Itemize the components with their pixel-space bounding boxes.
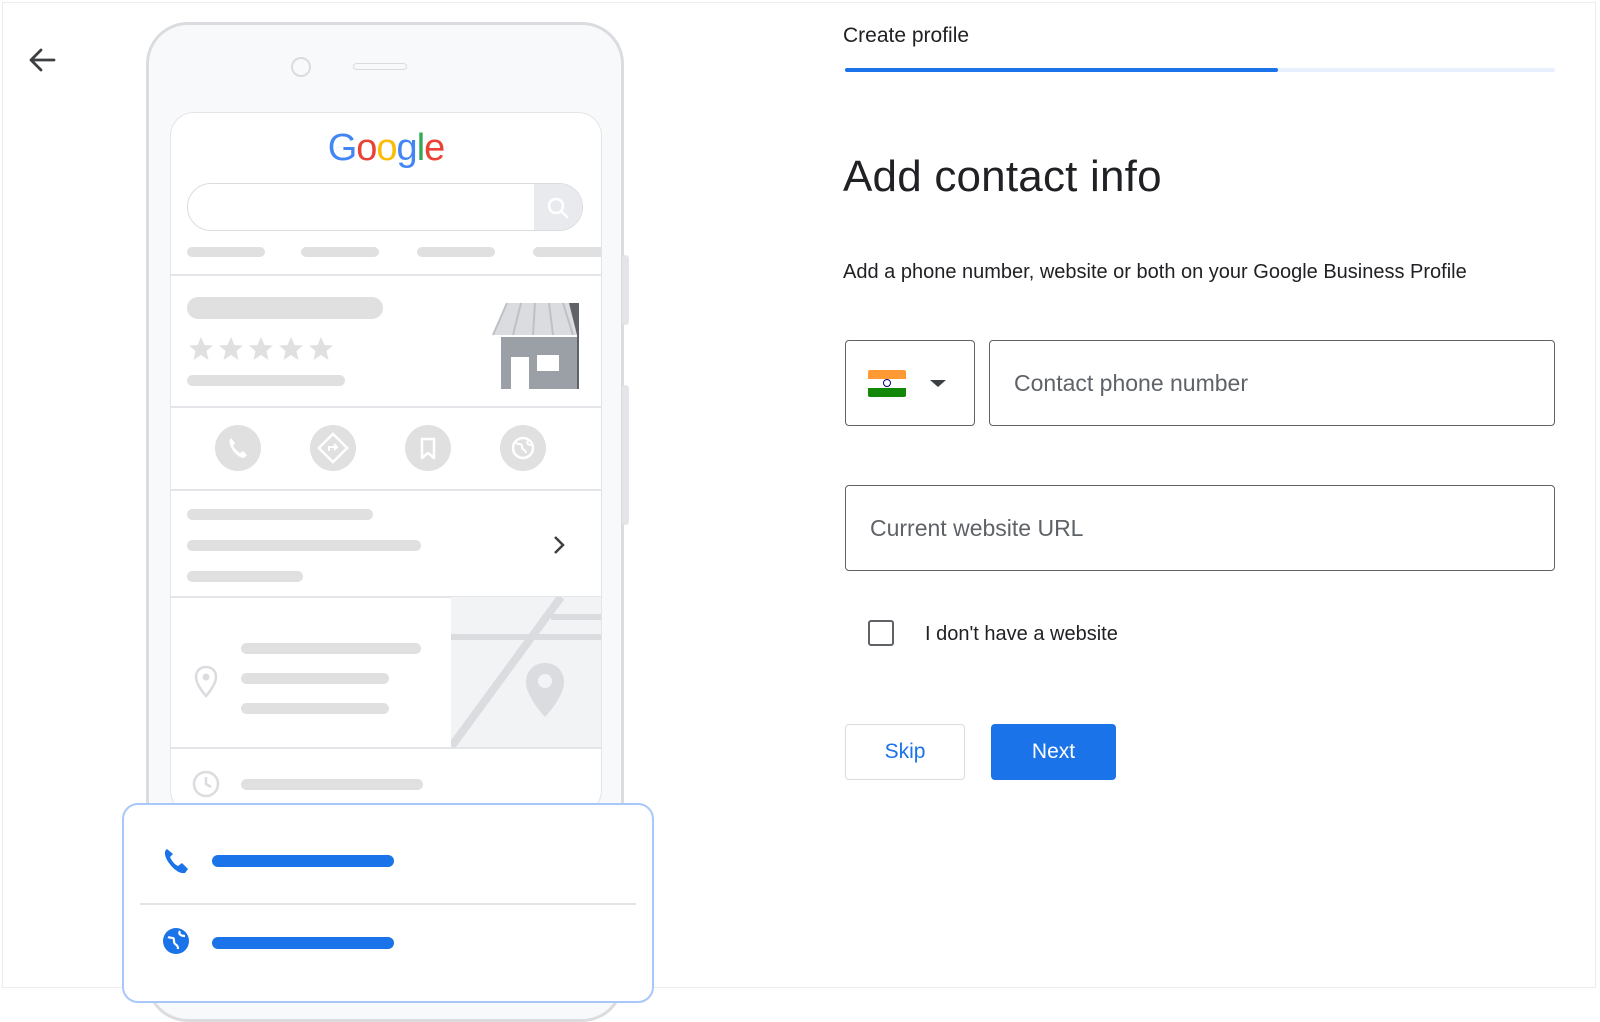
skip-button[interactable]: Skip: [845, 724, 965, 780]
website-url-input[interactable]: [846, 486, 1554, 570]
phone-screen: Google Google: [170, 112, 602, 814]
progress-bar: [845, 68, 1555, 72]
divider: [171, 489, 601, 491]
step-title: Create profile: [843, 24, 970, 47]
chevron-right-icon: [554, 536, 565, 554]
phone-side-button: [622, 255, 629, 325]
search-button-illustration: [534, 184, 582, 230]
divider: [171, 406, 601, 408]
directions-action-circle: [310, 425, 356, 471]
google-logo: Google Google: [327, 127, 446, 169]
next-button[interactable]: Next: [991, 724, 1116, 780]
rating-stars-icon: [189, 337, 333, 360]
phone-line: [212, 855, 394, 867]
bookmark-icon: [420, 437, 436, 460]
phone-camera: [291, 57, 311, 77]
website-line: [212, 937, 394, 949]
divider: [171, 747, 601, 749]
page-title: Add contact info: [843, 152, 1162, 201]
skeleton-tab: [187, 247, 265, 257]
chevron-down-icon: [930, 380, 946, 387]
country-code-select[interactable]: [845, 340, 975, 426]
page-subtitle: Add a phone number, website or both on y…: [843, 261, 1467, 283]
phone-action-circle: [215, 425, 261, 471]
globe-icon: [163, 928, 189, 954]
skeleton-line: [187, 540, 421, 551]
website-url-field[interactable]: [845, 485, 1555, 571]
search-icon: [547, 197, 569, 219]
no-website-label[interactable]: I don't have a website: [925, 623, 1118, 646]
phone-icon: [164, 849, 188, 874]
skeleton-title: [187, 297, 383, 319]
divider: [140, 903, 636, 905]
phone-number-field[interactable]: [989, 340, 1555, 426]
clock-icon: [192, 770, 220, 798]
skeleton-line: [187, 375, 345, 386]
storefront-icon: [492, 302, 579, 389]
skeleton-line: [187, 509, 373, 520]
skeleton-line: [241, 703, 389, 714]
back-button[interactable]: [24, 42, 60, 78]
contact-info-card: [122, 803, 654, 1003]
phone-number-input[interactable]: [990, 341, 1554, 425]
skeleton-line: [241, 779, 423, 790]
phone-icon: [229, 438, 247, 458]
phone-speaker: [353, 63, 407, 70]
india-flag-icon: [868, 370, 906, 397]
no-website-checkbox[interactable]: [868, 620, 894, 646]
skeleton-line: [187, 571, 303, 582]
skeleton-tab: [417, 247, 495, 257]
divider: [171, 274, 601, 276]
search-box-illustration: [187, 183, 583, 231]
globe-action-circle: [500, 425, 546, 471]
skeleton-tab: [301, 247, 379, 257]
phone-side-button: [622, 385, 629, 525]
globe-icon: [511, 436, 535, 460]
arrow-back-icon: [29, 48, 56, 72]
directions-icon: [317, 432, 349, 464]
bookmark-action-circle: [405, 425, 451, 471]
skeleton-line: [241, 673, 389, 684]
location-pin-icon: [194, 665, 218, 698]
map-thumbnail: [451, 597, 601, 747]
skeleton-tab: [533, 247, 601, 257]
skeleton-line: [241, 643, 421, 654]
progress-bar-fill: [845, 68, 1279, 72]
